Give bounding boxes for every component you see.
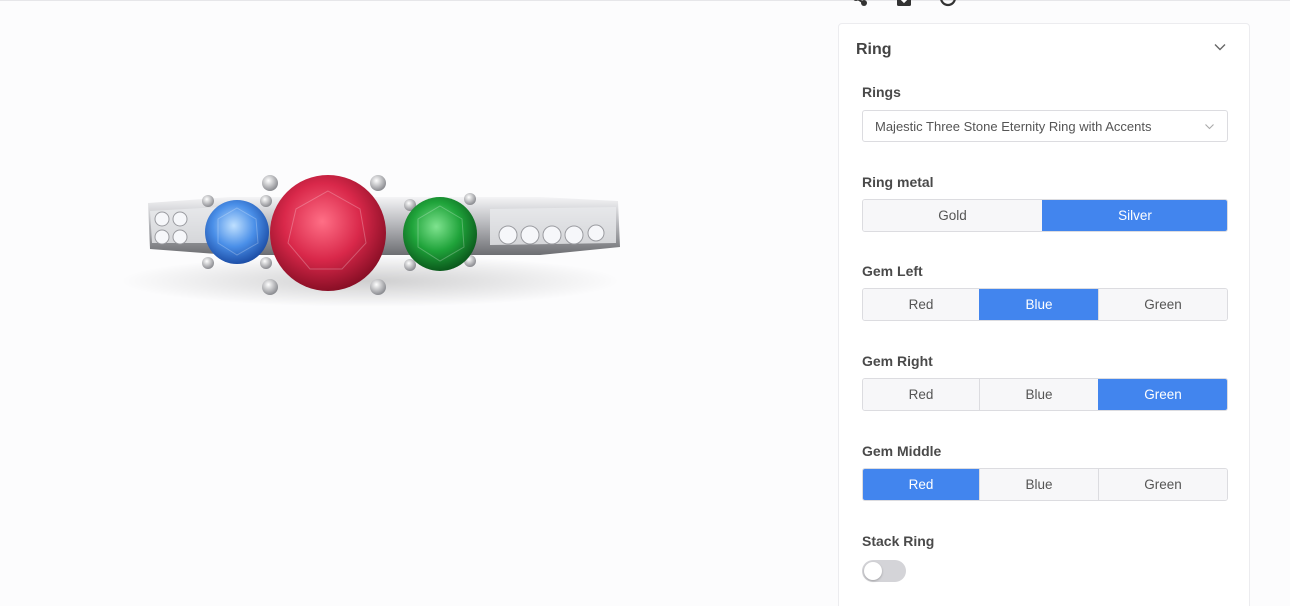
- gem-middle-selector: Red Blue Green: [862, 468, 1228, 501]
- gem-right-red[interactable]: Red: [863, 379, 979, 410]
- left-gem-blue: [205, 200, 269, 264]
- stack-ring-label: Stack Ring: [862, 533, 935, 549]
- configurator-page: Ring Rings Majestic Three Stone Eternity…: [0, 0, 1290, 606]
- ring-metal-selector: Gold Silver: [862, 199, 1228, 232]
- gem-right-green[interactable]: Green: [1098, 379, 1227, 410]
- gem-right-label: Gem Right: [862, 353, 933, 369]
- gem-left-green[interactable]: Green: [1098, 289, 1227, 320]
- viewer-toolbar: [850, 0, 958, 7]
- right-gem-green: [403, 197, 477, 271]
- download-icon[interactable]: [894, 0, 914, 7]
- ring-config-panel: Ring Rings Majestic Three Stone Eternity…: [838, 23, 1250, 606]
- ring-metal-gold[interactable]: Gold: [863, 200, 1042, 231]
- help-icon[interactable]: [938, 0, 958, 7]
- ring-metal-label: Ring metal: [862, 174, 934, 190]
- gem-left-blue[interactable]: Blue: [979, 289, 1098, 320]
- ring-render: [120, 175, 620, 307]
- ring-3d-viewer[interactable]: [0, 1, 830, 606]
- chevron-down-icon[interactable]: [1213, 40, 1227, 54]
- ring-metal-silver[interactable]: Silver: [1042, 200, 1227, 231]
- toggle-knob: [864, 562, 882, 580]
- panel-title: Ring: [856, 41, 892, 58]
- gem-left-selector: Red Blue Green: [862, 288, 1228, 321]
- gem-left-label: Gem Left: [862, 263, 923, 279]
- panel-header[interactable]: Ring: [839, 24, 1249, 74]
- rings-select[interactable]: Majestic Three Stone Eternity Ring with …: [862, 110, 1228, 142]
- gem-middle-blue[interactable]: Blue: [979, 469, 1098, 500]
- share-icon[interactable]: [850, 0, 870, 7]
- rings-label: Rings: [862, 84, 901, 100]
- gem-middle-red[interactable]: Red: [863, 469, 979, 500]
- rings-select-value: Majestic Three Stone Eternity Ring with …: [875, 119, 1152, 134]
- stack-ring-toggle[interactable]: [862, 560, 906, 582]
- gem-right-selector: Red Blue Green: [862, 378, 1228, 411]
- gem-middle-green[interactable]: Green: [1098, 469, 1227, 500]
- gem-right-blue[interactable]: Blue: [979, 379, 1098, 410]
- gem-left-red[interactable]: Red: [863, 289, 979, 320]
- gem-middle-label: Gem Middle: [862, 443, 942, 459]
- chevron-down-icon: [1205, 124, 1214, 130]
- middle-gem-red: [270, 175, 386, 291]
